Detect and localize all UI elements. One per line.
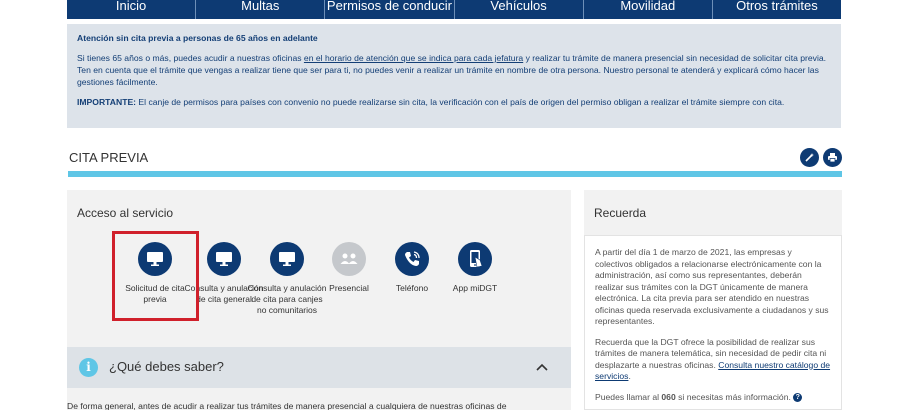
recuerda-paragraph-1: A partir del día 1 de marzo de 2021, las…: [595, 247, 829, 326]
accordion-title: ¿Qué debes saber?: [109, 359, 224, 374]
page-title: CITA PREVIA: [69, 150, 149, 165]
important-label: IMPORTANTE:: [77, 97, 137, 107]
nav-item-vehiculos[interactable]: Vehículos: [455, 0, 584, 19]
oficinas-link[interactable]: cualquiera de nuestras oficinas de: [376, 401, 506, 410]
nav-item-inicio[interactable]: Inicio: [67, 0, 197, 19]
recuerda-paragraph-3: Puedes llamar al 060 si necesitas más in…: [595, 392, 831, 404]
service-app-midgt[interactable]: App miDGT: [435, 242, 515, 294]
top-navigation: Inicio Multas Permisos de conducir Vehíc…: [67, 0, 841, 19]
que-debes-saber-accordion[interactable]: i ¿Qué debes saber?: [67, 347, 571, 388]
info-icon: i: [79, 358, 98, 377]
recuerda-p2-post: .: [628, 371, 631, 381]
important-text: El canje de permisos para países con con…: [136, 97, 785, 107]
nav-item-movilidad[interactable]: Movilidad: [584, 0, 713, 19]
selected-service-highlight: [112, 231, 199, 321]
share-button[interactable]: [800, 148, 819, 167]
wand-icon: [805, 153, 814, 162]
horario-link[interactable]: en el horario de atención que se indica …: [304, 53, 523, 63]
nav-item-otros-tramites[interactable]: Otros trámites: [713, 0, 841, 19]
phone-icon: [395, 242, 429, 276]
notice-title: Atención sin cita previa a personas de 6…: [77, 33, 318, 43]
recuerda-panel: Recuerda A partir del día 1 de marzo de …: [584, 190, 842, 410]
print-icon: [828, 153, 837, 163]
mobile-app-icon: [458, 242, 492, 276]
nav-item-multas[interactable]: Multas: [196, 0, 326, 19]
monitor-icon: [270, 242, 304, 276]
chevron-up-icon[interactable]: [536, 363, 548, 371]
header-actions: [800, 148, 842, 167]
notice-text-pre: Si tienes 65 años o más, puedes acudir a…: [77, 53, 304, 63]
important-paragraph: IMPORTANTE: El canje de permisos para pa…: [77, 96, 831, 108]
help-icon[interactable]: ?: [793, 392, 803, 402]
notice-box: Atención sin cita previa a personas de 6…: [67, 24, 841, 128]
recuerda-title: Recuerda: [594, 206, 647, 220]
recuerda-p3-post: si necesitas más información.: [675, 391, 791, 402]
acceso-panel: Acceso al servicio Solicitud de cita pre…: [67, 190, 571, 410]
print-button[interactable]: [823, 148, 842, 167]
nav-item-permisos[interactable]: Permisos de conducir: [325, 0, 455, 19]
acceso-title: Acceso al servicio: [77, 206, 174, 220]
monitor-icon: [207, 242, 241, 276]
service-label: App miDGT: [452, 283, 498, 293]
phone-number: 060: [661, 391, 676, 402]
notice-paragraph: Si tienes 65 años o más, puedes acudir a…: [77, 52, 831, 88]
general-info-pre: De forma general, antes de acudir a real…: [67, 401, 377, 410]
recuerda-paragraph-2: Recuerda que la DGT ofrece la posibilida…: [595, 337, 831, 383]
recuerda-p3-pre: Puedes llamar al: [595, 391, 662, 402]
general-info-text: De forma general, antes de acudir a real…: [67, 401, 571, 410]
recuerda-content: A partir del día 1 de marzo de 2021, las…: [584, 235, 842, 410]
section-divider: [68, 171, 842, 177]
people-icon: [332, 242, 366, 276]
